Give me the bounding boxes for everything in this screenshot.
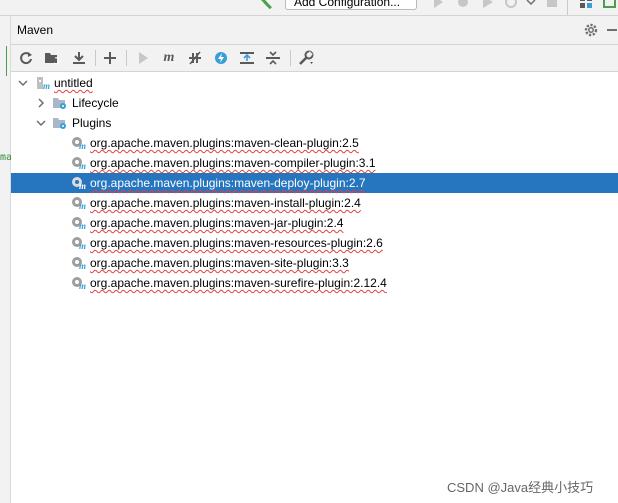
- plugin-label: org.apache.maven.plugins:maven-compiler-…: [90, 156, 376, 170]
- profile-icon[interactable]: [505, 0, 519, 8]
- search-everywhere-icon[interactable]: [603, 0, 617, 8]
- maven-plugin-icon: m: [72, 197, 86, 210]
- toolbar-separator: [290, 50, 291, 66]
- maven-toolbar: m: [11, 45, 618, 72]
- maven-goal-icon[interactable]: m: [161, 50, 177, 66]
- plugin-row[interactable]: m org.apache.maven.plugins:maven-compile…: [11, 153, 618, 173]
- svg-text:m: m: [79, 221, 86, 230]
- plugin-row[interactable]: m org.apache.maven.plugins:maven-surefir…: [11, 273, 618, 293]
- maven-plugin-icon: m: [72, 157, 86, 170]
- gutter-change-marker: [6, 46, 7, 76]
- plugin-label: org.apache.maven.plugins:maven-jar-plugi…: [90, 216, 344, 230]
- svg-text:m: m: [79, 181, 86, 190]
- tree-node-plugins[interactable]: Plugins: [11, 113, 618, 133]
- debug-icon[interactable]: [456, 0, 470, 8]
- svg-text:m: m: [79, 161, 86, 170]
- plugin-label: org.apache.maven.plugins:maven-install-p…: [90, 196, 361, 210]
- plugin-row-selected[interactable]: m org.apache.maven.plugins:maven-deploy-…: [11, 173, 618, 193]
- chevron-down-icon[interactable]: [35, 117, 47, 129]
- tree-node-label: Lifecycle: [72, 96, 119, 110]
- plugin-row[interactable]: m org.apache.maven.plugins:maven-resourc…: [11, 233, 618, 253]
- run-maven-build-icon[interactable]: [135, 50, 151, 66]
- plugin-row[interactable]: m org.apache.maven.plugins:maven-jar-plu…: [11, 213, 618, 233]
- maven-plugin-icon: m: [72, 217, 86, 230]
- coverage-icon[interactable]: [481, 0, 495, 8]
- tree-node-label: Plugins: [72, 116, 112, 130]
- toolbar-separator: [126, 50, 127, 66]
- build-hammer-icon[interactable]: [258, 0, 274, 10]
- svg-text:m: m: [79, 141, 86, 150]
- toggle-offline-icon[interactable]: [187, 50, 203, 66]
- chevron-down-icon[interactable]: [524, 0, 538, 8]
- reload-icon[interactable]: [18, 50, 34, 66]
- maven-plugin-icon: m: [72, 257, 86, 270]
- show-dependencies-icon[interactable]: [239, 50, 255, 66]
- plugin-label: org.apache.maven.plugins:maven-resources…: [90, 236, 383, 250]
- svg-text:m: m: [43, 81, 50, 90]
- svg-text:m: m: [79, 261, 86, 270]
- toolbar-separator: [95, 50, 96, 66]
- folder-gear-icon: [53, 118, 66, 129]
- maven-tool-window-header: Maven: [11, 16, 618, 45]
- svg-text:m: m: [79, 201, 86, 210]
- collapse-all-icon[interactable]: [265, 50, 281, 66]
- editor-gutter: ma: [0, 16, 12, 503]
- watermark: CSDN @Java经典小技巧: [447, 480, 594, 495]
- maven-plugin-icon: m: [72, 237, 86, 250]
- maven-module-icon: m: [37, 77, 50, 90]
- plugin-label: org.apache.maven.plugins:maven-clean-plu…: [90, 136, 359, 150]
- plugin-label: org.apache.maven.plugins:maven-deploy-pl…: [90, 176, 366, 190]
- tree-node-label: untitled: [54, 76, 93, 90]
- chevron-right-icon[interactable]: [35, 97, 47, 109]
- plugin-label: org.apache.maven.plugins:maven-site-plug…: [90, 256, 349, 270]
- maven-plugin-icon: m: [72, 177, 86, 190]
- svg-text:m: m: [79, 281, 86, 290]
- main-toolbar-strip: Add Configuration...: [0, 0, 618, 16]
- plus-icon[interactable]: [102, 50, 118, 66]
- toolbar-divider: [567, 0, 568, 15]
- add-configuration-button[interactable]: Add Configuration...: [285, 0, 417, 10]
- settings-wrench-icon[interactable]: [298, 50, 314, 66]
- stop-icon[interactable]: [545, 0, 559, 8]
- tree-node-root[interactable]: m untitled: [11, 73, 618, 93]
- hide-tool-window-icon[interactable]: [607, 29, 617, 31]
- svg-text:m: m: [79, 241, 86, 250]
- plugin-row[interactable]: m org.apache.maven.plugins:maven-clean-p…: [11, 133, 618, 153]
- maven-projects-tree: m untitled Lifecycle Plugins m org.apach…: [11, 72, 618, 503]
- gear-icon[interactable]: [584, 23, 598, 37]
- folder-gear-icon: [53, 98, 66, 109]
- tree-node-lifecycle[interactable]: Lifecycle: [11, 93, 618, 113]
- plugin-row[interactable]: m org.apache.maven.plugins:maven-site-pl…: [11, 253, 618, 273]
- plugin-label: org.apache.maven.plugins:maven-surefire-…: [90, 276, 387, 290]
- skip-tests-icon[interactable]: [213, 50, 229, 66]
- chevron-down-icon[interactable]: [17, 77, 29, 89]
- plugin-row[interactable]: m org.apache.maven.plugins:maven-install…: [11, 193, 618, 213]
- project-structure-icon[interactable]: [579, 0, 593, 8]
- tool-window-title: Maven: [17, 23, 54, 37]
- run-icon[interactable]: [431, 0, 445, 8]
- add-folder-icon[interactable]: [44, 50, 60, 66]
- download-icon[interactable]: [71, 50, 87, 66]
- maven-plugin-icon: m: [72, 277, 86, 290]
- maven-plugin-icon: m: [72, 137, 86, 150]
